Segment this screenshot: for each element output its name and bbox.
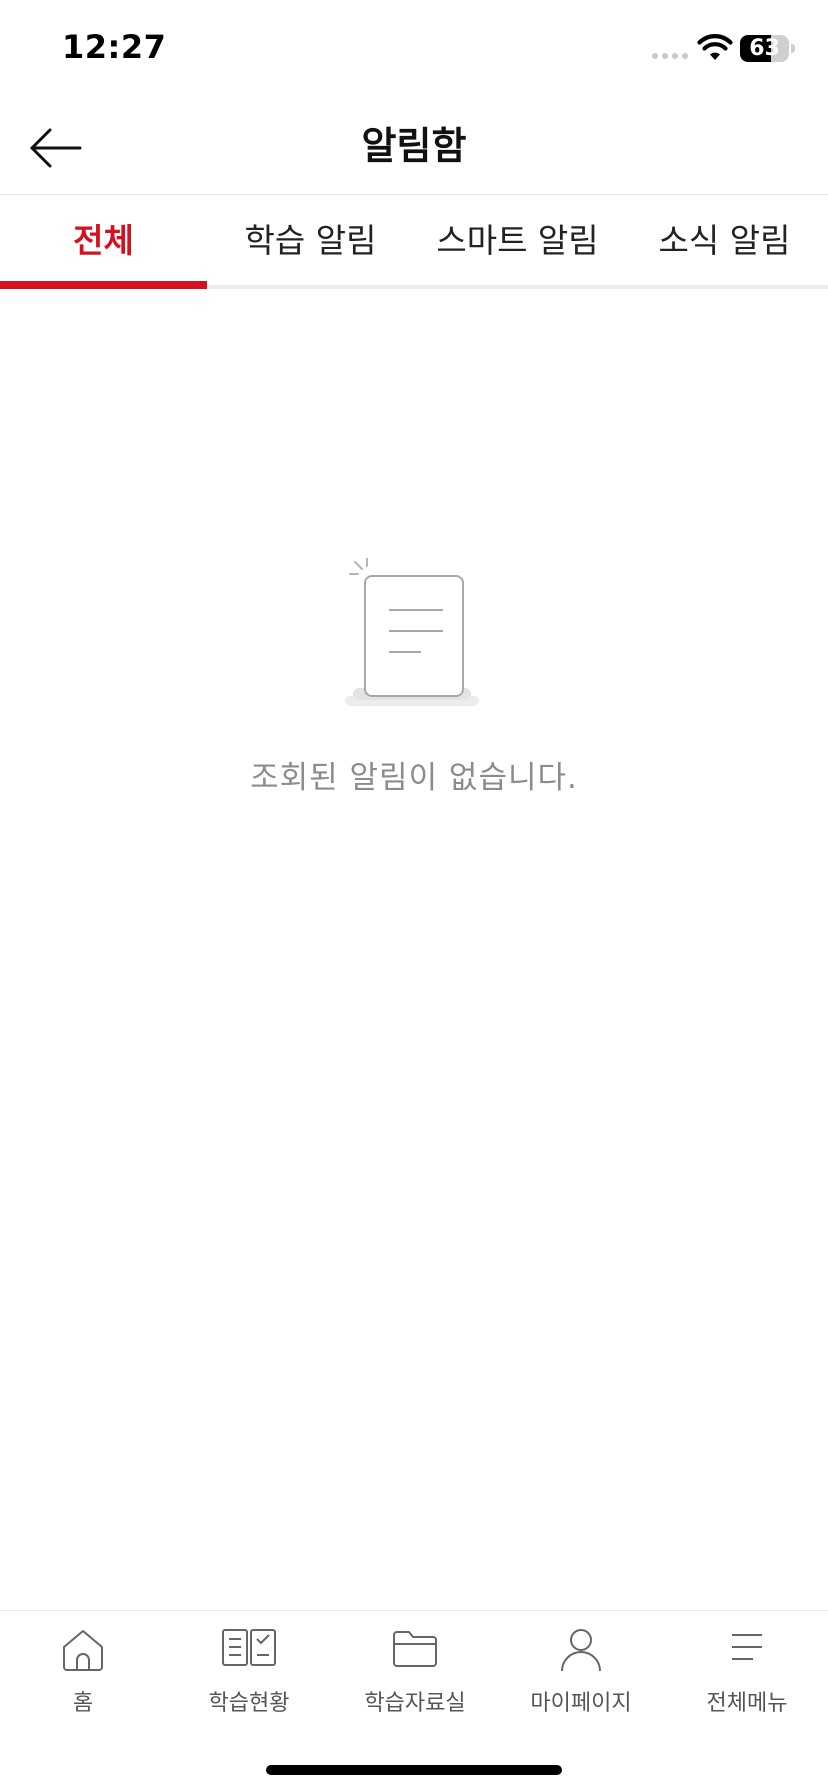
tab-all[interactable]: 전체	[0, 196, 207, 290]
home-icon	[63, 1630, 103, 1671]
status-bar: 12:27 63	[0, 0, 828, 100]
nav-mypage-label: 마이페이지	[530, 1691, 632, 1716]
empty-message: 조회된 알림이 없습니다.	[250, 760, 578, 796]
status-time: 12:27	[62, 28, 167, 66]
nav-study-status-label: 학습현황	[208, 1691, 290, 1716]
page-title: 알림함	[361, 124, 467, 168]
nav-home[interactable]: 홈	[0, 1611, 166, 1721]
home-indicator	[266, 1765, 562, 1775]
folder-icon	[393, 1631, 437, 1667]
battery-tip	[791, 44, 795, 53]
header: 알림함	[0, 100, 828, 195]
battery-level: 63	[749, 36, 780, 61]
nav-study-materials-label: 학습자료실	[364, 1691, 466, 1716]
back-button[interactable]	[24, 118, 84, 178]
study-status-icon	[222, 1629, 276, 1666]
menu-icon	[732, 1634, 762, 1660]
notification-page: 12:27 63 알림함 전체 학습 알림 스마트 알림 소식 알림 조회된 알…	[0, 0, 828, 1792]
tab-smart-notifications[interactable]: 스마트 알림	[414, 196, 621, 290]
cellular-signal-icon	[652, 53, 688, 59]
nav-mypage[interactable]: 마이페이지	[498, 1611, 664, 1721]
empty-document-icon	[345, 558, 479, 706]
nav-study-materials[interactable]: 학습자료실	[332, 1611, 498, 1721]
nav-all-menu[interactable]: 전체메뉴	[664, 1611, 828, 1721]
active-tab-indicator	[0, 281, 207, 289]
tab-study-notifications[interactable]: 학습 알림	[207, 196, 414, 290]
battery-icon: 63	[740, 35, 789, 62]
nav-all-menu-label: 전체메뉴	[706, 1691, 788, 1716]
nav-home-label: 홈	[72, 1691, 94, 1716]
nav-study-status[interactable]: 학습현황	[166, 1611, 332, 1721]
tab-bar: 전체 학습 알림 스마트 알림 소식 알림	[0, 196, 828, 290]
person-icon	[561, 1629, 601, 1672]
arrow-left-icon	[30, 128, 82, 168]
wifi-icon	[697, 34, 733, 60]
tab-news-notifications[interactable]: 소식 알림	[621, 196, 828, 290]
